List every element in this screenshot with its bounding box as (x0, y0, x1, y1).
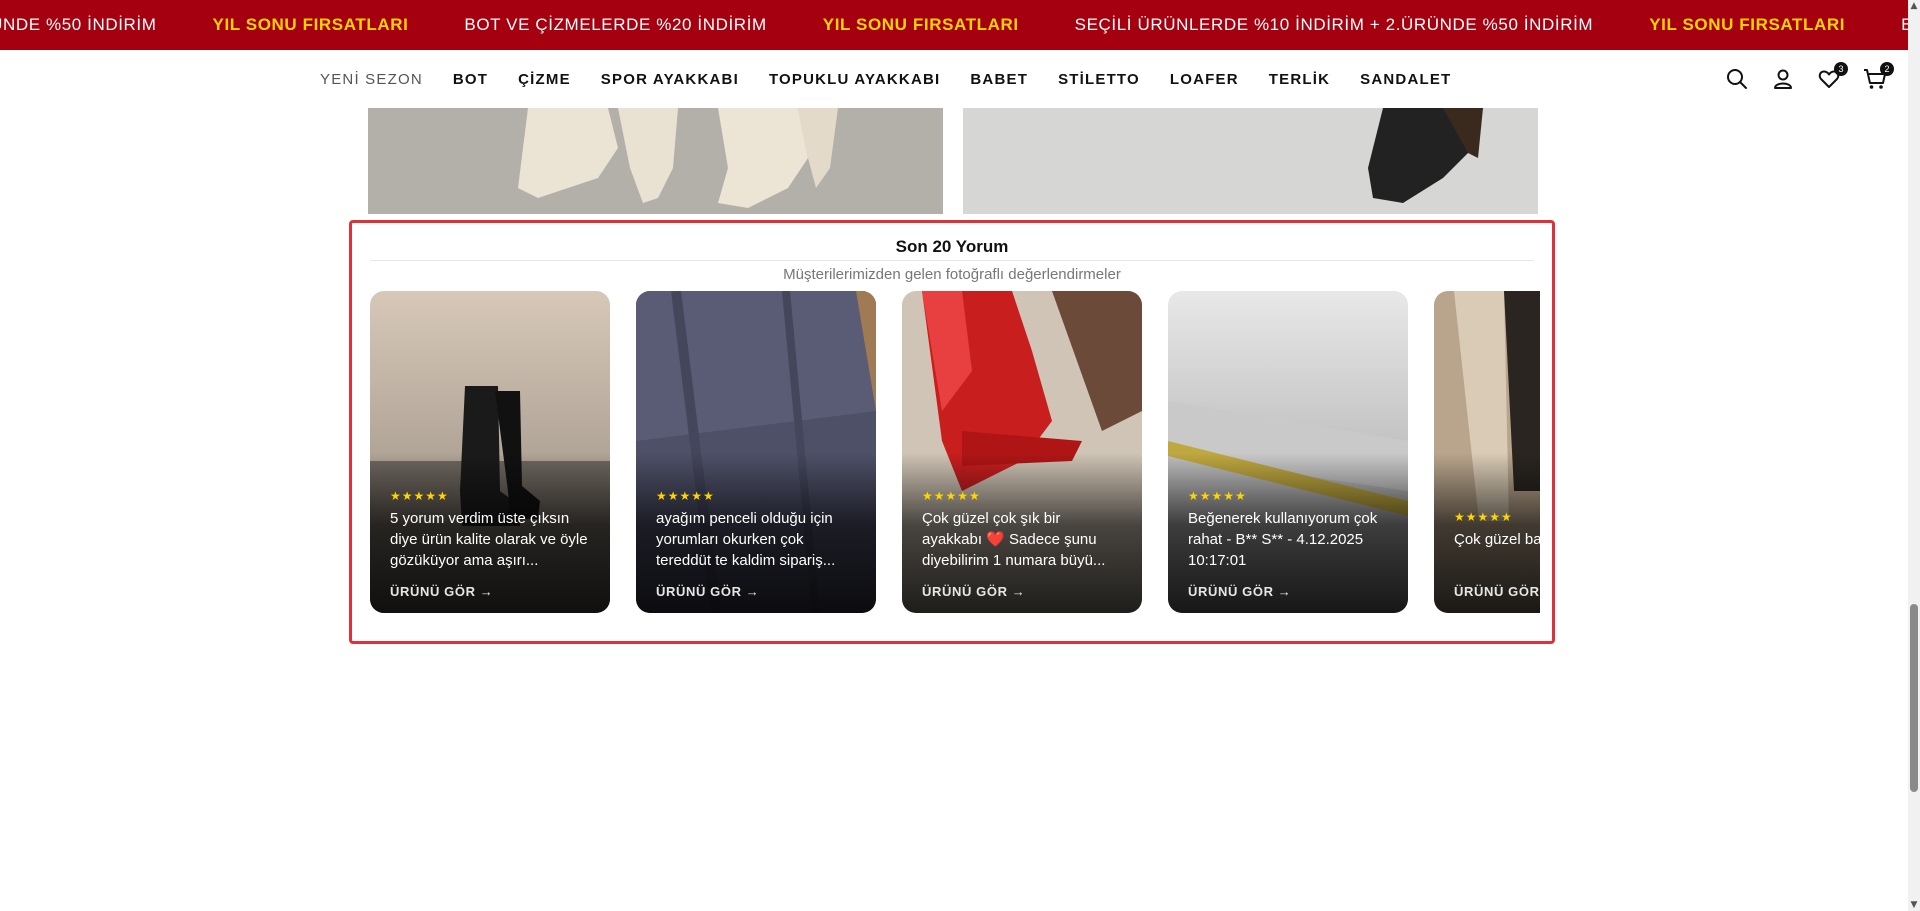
view-product-link[interactable]: ÜRÜNÜ GÖR → (1188, 584, 1291, 599)
user-icon[interactable] (1768, 64, 1798, 94)
nav-icons: 3 2 (1706, 50, 1894, 108)
review-carousel[interactable]: ★★★★★ 5 yorum verdim üste çıksın diye ür… (370, 291, 1540, 613)
scroll-thumb[interactable] (1910, 604, 1918, 792)
scroll-down-arrow-icon[interactable]: ▼ (1909, 900, 1919, 910)
review-text: ayağım penceli olduğu için yorumları oku… (656, 510, 836, 569)
promo-ticker: SEÇİLİ ÜRÜNLERDE %10 İNDİRİM + 2.ÜRÜNDE … (0, 0, 1920, 50)
review-text: Çok güzel çok şık bir ayakkabı ❤️ Sadece… (922, 510, 1106, 569)
nav-item[interactable]: STİLETTO (1058, 71, 1140, 88)
scroll-up-arrow-icon[interactable]: ▲ (1909, 1, 1919, 11)
ticker-track: SEÇİLİ ÜRÜNLERDE %10 İNDİRİM + 2.ÜRÜNDE … (0, 0, 1920, 50)
reviews-title: Son 20 Yorum (895, 237, 1009, 256)
rating-stars-icon: ★★★★★ (1188, 489, 1247, 503)
review-text: Beğenerek kullanıyorum çok rahat - B** S… (1188, 510, 1378, 569)
rating-stars-icon: ★★★★★ (922, 489, 981, 503)
review-card[interactable]: ★★★★★ Çok güzel çok şık bir ayakkabı ❤️ … (902, 291, 1142, 613)
nav-item[interactable]: LOAFER (1170, 71, 1239, 88)
nav-item[interactable]: BABET (970, 71, 1028, 88)
wishlist-count-badge: 3 (1834, 62, 1848, 76)
rating-stars-icon: ★★★★★ (656, 489, 715, 503)
hero-image-left[interactable] (368, 108, 943, 214)
review-text: 5 yorum verdim üste çıksın diye ürün kal… (390, 510, 588, 569)
review-card[interactable]: ★★★★★ Çok güzel ba - 3.12.2025 13: ÜRÜNÜ… (1434, 291, 1540, 613)
review-card[interactable]: ★★★★★ Beğenerek kullanıyorum çok rahat -… (1168, 291, 1408, 613)
cart-count-badge: 2 (1880, 62, 1894, 76)
search-icon[interactable] (1722, 64, 1752, 94)
review-card[interactable]: ★★★★★ 5 yorum verdim üste çıksın diye ür… (370, 291, 610, 613)
reviews-section: Son 20 Yorum Müşterilerimizden gelen fot… (349, 220, 1555, 644)
rating-stars-icon: ★★★★★ (390, 489, 449, 503)
nav-item[interactable]: YENİ SEZON (320, 71, 423, 88)
cart-icon[interactable]: 2 (1860, 62, 1894, 94)
heart-icon[interactable]: 3 (1814, 62, 1848, 94)
view-product-link[interactable]: ÜRÜNÜ GÖR → (1454, 584, 1540, 599)
nav-item[interactable]: SANDALET (1360, 71, 1451, 88)
nav-item[interactable]: ÇİZME (518, 71, 571, 88)
reviews-subtitle: Müşterilerimizden gelen fotoğraflı değer… (783, 266, 1121, 283)
review-card[interactable]: ★★★★★ ayağım penceli olduğu için yorumla… (636, 291, 876, 613)
ticker-item: YIL SONU FIRSATLARI (1649, 15, 1846, 34)
view-product-link[interactable]: ÜRÜNÜ GÖR → (922, 584, 1025, 599)
nav-item[interactable]: TERLİK (1269, 71, 1330, 88)
ticker-item: YIL SONU FIRSATLARI (822, 15, 1019, 34)
ticker-item: YIL SONU FIRSATLARI (212, 15, 409, 34)
page-scrollbar[interactable]: ▲ ▼ (1908, 0, 1920, 911)
nav-item[interactable]: TOPUKLU AYAKKABI (769, 71, 940, 88)
nav-menu: YENİ SEZON BOT ÇİZME SPOR AYAKKABI TOPUKLU A… (320, 50, 1481, 108)
view-product-link[interactable]: ÜRÜNÜ GÖR → (390, 584, 493, 599)
view-product-link[interactable]: ÜRÜNÜ GÖR → (656, 584, 759, 599)
nav-item[interactable]: SPOR AYAKKABI (601, 71, 739, 88)
ticker-item: BOT VE ÇİZMELERDE %20 İNDİRİM (464, 15, 767, 34)
hero-image-right[interactable] (963, 108, 1538, 214)
rating-stars-icon: ★★★★★ (1454, 510, 1513, 524)
main-nav: YENİ SEZON BOT ÇİZME SPOR AYAKKABI TOPUKLU A… (0, 50, 1920, 108)
review-text: Çok güzel ba - 3.12.2025 13: (1454, 531, 1540, 548)
ticker-item: SEÇİLİ ÜRÜNLERDE %10 İNDİRİM + 2.ÜRÜNDE … (0, 15, 157, 34)
ticker-item: SEÇİLİ ÜRÜNLERDE %10 İNDİRİM + 2.ÜRÜNDE … (1074, 15, 1594, 34)
nav-item[interactable]: BOT (453, 71, 488, 88)
reviews-divider (370, 260, 1534, 261)
